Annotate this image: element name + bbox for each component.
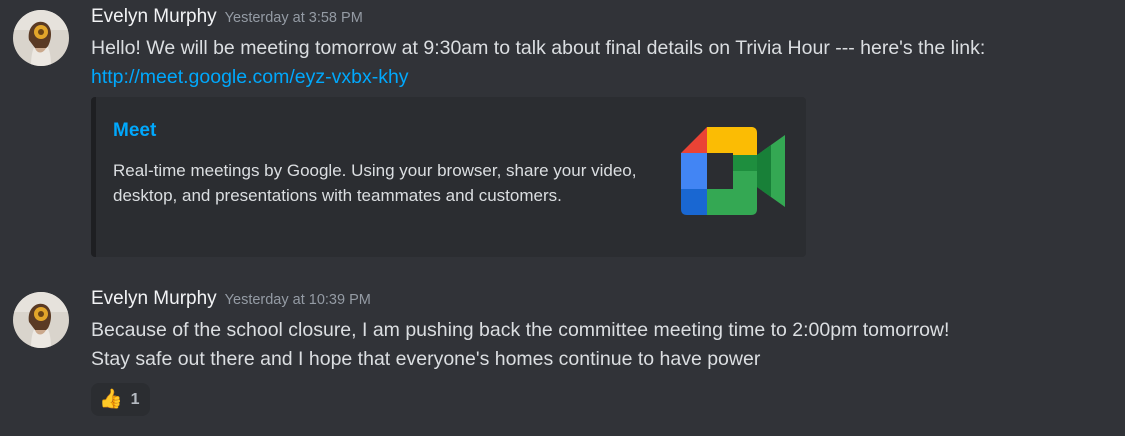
avatar-image (13, 10, 69, 66)
avatar[interactable] (13, 292, 69, 348)
author-name[interactable]: Evelyn Murphy (91, 6, 217, 27)
username[interactable]: Evelyn Murphy Yesterday at 3:58 PM (91, 6, 363, 28)
message-content: Hello! We will be meeting tomorrow at 9:… (91, 34, 1101, 92)
author-name[interactable]: Evelyn Murphy (91, 288, 217, 309)
reaction-button[interactable]: 👍 1 (91, 383, 150, 416)
timestamp: Yesterday at 10:39 PM (224, 292, 371, 308)
chat-message-list: Evelyn Murphy Yesterday at 3:58 PM Hello!… (0, 0, 1125, 436)
google-meet-logo-icon (681, 127, 785, 215)
thumbs-up-icon: 👍 (99, 389, 123, 410)
message-content: Because of the school closure, I am push… (91, 316, 1101, 374)
avatar-image (13, 292, 69, 348)
message-text: Hello! We will be meeting tomorrow at 9:… (91, 37, 986, 59)
message-line: Stay safe out there and I hope that ever… (91, 348, 761, 370)
username[interactable]: Evelyn Murphy Yesterday at 10:39 PM (91, 288, 371, 310)
link-embed: Meet Real-time meetings by Google. Using… (91, 97, 806, 257)
message-line: Because of the school closure, I am push… (91, 319, 950, 341)
timestamp: Yesterday at 3:58 PM (224, 10, 363, 26)
embed-description: Real-time meetings by Google. Using your… (113, 161, 637, 205)
avatar[interactable] (13, 10, 69, 66)
reaction-count: 1 (130, 390, 140, 408)
meet-link[interactable]: http://meet.google.com/eyz-vxbx-khy (91, 66, 409, 88)
embed-title[interactable]: Meet (113, 120, 156, 142)
